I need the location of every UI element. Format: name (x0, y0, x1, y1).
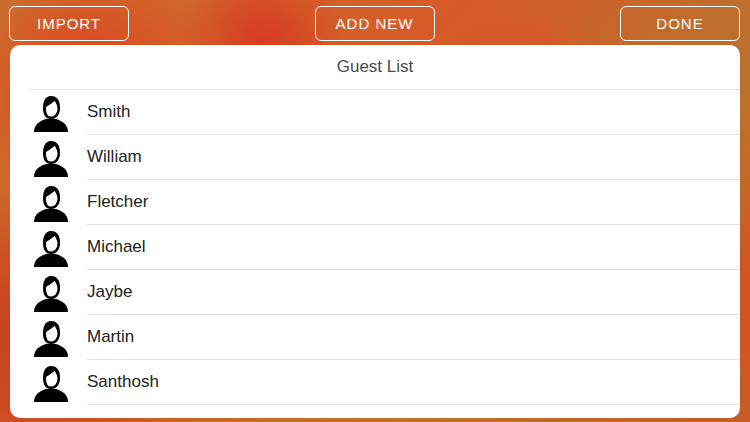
person-icon (32, 274, 70, 312)
guest-row[interactable]: Smith (10, 90, 740, 135)
guest-name: Smith (87, 102, 130, 122)
top-bar: IMPORT ADD NEW DONE (0, 0, 750, 45)
done-button[interactable]: DONE (620, 6, 740, 41)
guest-name: Martin (87, 327, 134, 347)
person-icon (32, 229, 70, 267)
person-icon (32, 319, 70, 357)
guest-row[interactable]: Santhosh (10, 360, 740, 405)
guest-row[interactable]: Fletcher (10, 180, 740, 225)
guest-name: Santhosh (87, 372, 159, 392)
guest-row[interactable]: Martin (10, 315, 740, 360)
import-button[interactable]: IMPORT (9, 6, 129, 41)
guest-list-header: Guest List (30, 45, 740, 90)
guest-list-screen: IMPORT ADD NEW DONE Guest List Smith William F… (0, 0, 750, 422)
person-icon (32, 184, 70, 222)
guest-list-card: Guest List Smith William Fletcher Michael Jay… (10, 45, 740, 418)
guest-list-title: Guest List (337, 57, 414, 77)
guest-row[interactable]: William (10, 135, 740, 180)
guest-row[interactable]: Jaybe (10, 270, 740, 315)
guest-name: Jaybe (87, 282, 132, 302)
add-new-button[interactable]: ADD NEW (315, 6, 435, 41)
person-icon (32, 364, 70, 402)
guest-name: William (87, 147, 142, 167)
guest-name: Michael (87, 237, 146, 257)
guest-row[interactable]: Michael (10, 225, 740, 270)
guest-name: Fletcher (87, 192, 148, 212)
person-icon (32, 94, 70, 132)
person-icon (32, 139, 70, 177)
